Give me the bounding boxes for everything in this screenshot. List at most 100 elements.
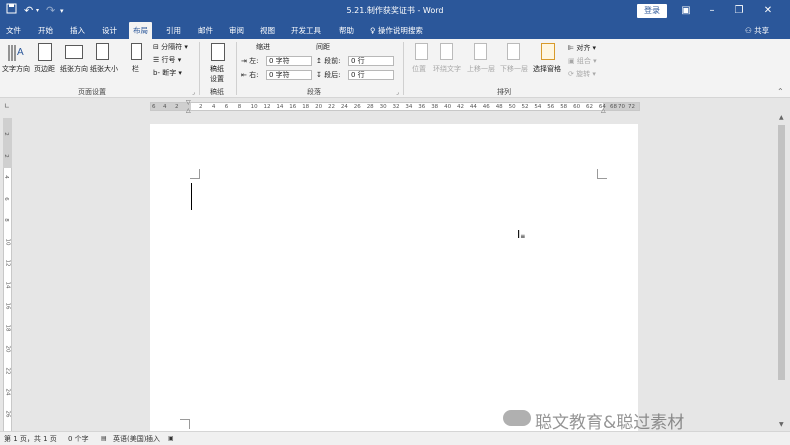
- text-cursor: [191, 183, 192, 210]
- group-separator: [403, 42, 404, 95]
- horizontal-ruler[interactable]: 6 4 2 2 4 6 8 10 12 14 16 18 20 22 24 26 28 30 32 34 36 38…: [150, 102, 640, 111]
- tab-design[interactable]: 设计: [102, 22, 117, 39]
- breaks-button[interactable]: ⊟ 分隔符 ▾: [153, 43, 188, 52]
- group-button[interactable]: ▣ 组合 ▾: [568, 57, 597, 66]
- ribbon-display-icon[interactable]: ▣: [676, 2, 696, 20]
- scroll-up-icon[interactable]: ▲: [779, 114, 784, 121]
- spacing-after-input[interactable]: 0 行: [348, 70, 394, 80]
- hyphenation-button[interactable]: b‑ 断字 ▾: [153, 69, 182, 78]
- align-button[interactable]: ⊫ 对齐 ▾: [568, 44, 596, 53]
- ruler-number: 42: [457, 104, 464, 110]
- rotate-icon: ⟳: [568, 70, 577, 78]
- watermark-text: 聪文教育&聪过素材: [535, 413, 685, 433]
- ruler-number: 40: [444, 104, 452, 110]
- size-button[interactable]: 纸张大小: [90, 65, 118, 74]
- breaks-label: 分隔符: [161, 43, 183, 51]
- ruler-number: 2: [199, 104, 203, 110]
- scrollbar-thumb[interactable]: [778, 125, 785, 380]
- line-numbers-label: 行号: [161, 56, 176, 64]
- crop-mark: [597, 169, 607, 179]
- language-status[interactable]: 英语(美国): [113, 434, 146, 444]
- hyphenation-icon: b‑: [153, 69, 163, 77]
- send-backward-button[interactable]: 下移一层: [500, 65, 528, 74]
- tab-developer[interactable]: 开发工具: [291, 22, 321, 39]
- tab-insert[interactable]: 插入: [70, 22, 85, 39]
- group-label: 组合: [576, 57, 591, 65]
- macro-record-icon[interactable]: ▣: [168, 434, 174, 444]
- margins-button[interactable]: 页边距: [34, 65, 55, 74]
- spacing-before-input[interactable]: 0 行: [348, 56, 394, 66]
- indent-right-label: ⇤ 右:: [241, 71, 258, 80]
- tab-file[interactable]: 文件: [6, 22, 21, 39]
- spacing-after-icon: ↧: [316, 71, 325, 79]
- tab-home[interactable]: 开始: [38, 22, 53, 39]
- ruler-number: 54: [534, 104, 542, 110]
- document-title: 5.21.制作获奖证书 - Word: [346, 6, 444, 15]
- ruler-number: 32: [392, 104, 400, 110]
- indent-left-label: ⇥ 左:: [241, 57, 258, 66]
- vertical-ruler-number: 8: [2, 218, 9, 222]
- scroll-down-icon[interactable]: ▼: [779, 421, 784, 428]
- ruler-number: 24: [340, 104, 348, 110]
- hanging-indent-marker[interactable]: △: [186, 107, 191, 114]
- restore-icon[interactable]: ❐: [729, 2, 749, 20]
- hyphenation-label: 断字: [162, 69, 177, 77]
- manuscript-line1[interactable]: 稿纸: [210, 65, 224, 74]
- tab-view[interactable]: 视图: [260, 22, 275, 39]
- bring-forward-button[interactable]: 上移一层: [467, 65, 495, 74]
- ruler-number: 56: [547, 104, 555, 110]
- first-line-indent-marker[interactable]: ▽: [186, 99, 191, 106]
- columns-button[interactable]: 栏: [132, 65, 139, 74]
- share-button[interactable]: ⚇ 共享: [745, 22, 769, 39]
- paragraph-group-label: 段落: [307, 88, 321, 96]
- tab-selector-icon[interactable]: ∟: [4, 102, 10, 110]
- ruler-number: 14: [276, 104, 284, 110]
- document-page[interactable]: [150, 124, 638, 445]
- paragraph-launcher-icon[interactable]: ⌟: [396, 89, 399, 96]
- indent-left-input[interactable]: 0 字符: [266, 56, 312, 66]
- ruler-number: 20: [315, 104, 323, 110]
- collapse-ribbon-icon[interactable]: ⌃: [777, 87, 784, 96]
- ribbon-layout: A 文字方向 页边距 纸张方向 纸张大小 栏 ⊟ 分隔符 ▾ ☰ 行号 ▾ b‑…: [0, 39, 790, 98]
- page-count[interactable]: 第 1 页，共 1 页: [4, 434, 57, 444]
- close-icon[interactable]: ✕: [758, 2, 778, 20]
- bring-forward-icon: [474, 43, 487, 60]
- right-indent-marker[interactable]: △: [601, 107, 606, 114]
- tell-me-search[interactable]: ♀ 操作说明搜索: [370, 22, 423, 39]
- text-direction-button[interactable]: 文字方向: [2, 65, 30, 74]
- ruler-number: 34: [405, 104, 413, 110]
- spacing-before-label: ↥ 段前:: [316, 57, 340, 66]
- watermark-logo: [503, 410, 531, 426]
- manuscript-line2[interactable]: 设置: [210, 75, 224, 84]
- selection-pane-button[interactable]: 选择窗格: [533, 65, 561, 74]
- word-count[interactable]: 0 个字: [68, 434, 89, 444]
- tab-references[interactable]: 引用: [166, 22, 181, 39]
- login-button[interactable]: 登录: [637, 4, 667, 18]
- tab-review[interactable]: 审阅: [229, 22, 244, 39]
- manuscript-icon: [211, 43, 225, 61]
- wrap-text-button[interactable]: 环绕文字: [433, 65, 461, 74]
- tab-mailings[interactable]: 邮件: [198, 22, 213, 39]
- indent-right-input[interactable]: 0 字符: [266, 70, 312, 80]
- minimize-icon[interactable]: –: [702, 2, 722, 20]
- spacing-before-value: 0 行: [351, 57, 365, 65]
- page-setup-group-label: 页面设置: [78, 88, 106, 96]
- vertical-ruler-number: 14: [4, 281, 11, 288]
- lightbulb-icon: ♀: [370, 26, 378, 35]
- orientation-button[interactable]: 纸张方向: [60, 65, 88, 74]
- proofing-icon[interactable]: ▤: [101, 434, 107, 444]
- indent-left-value: 0 字符: [269, 57, 290, 65]
- ruler-number: 6: [224, 104, 229, 110]
- line-numbers-button[interactable]: ☰ 行号 ▾: [153, 56, 181, 65]
- spacing-after-text: 段后:: [324, 71, 341, 79]
- tab-layout[interactable]: 布局: [129, 22, 152, 39]
- vertical-ruler-margin: [3, 118, 12, 168]
- insert-mode[interactable]: 插入: [146, 434, 160, 444]
- page-setup-launcher-icon[interactable]: ⌟: [192, 89, 195, 96]
- rotate-button[interactable]: ⟳ 旋转 ▾: [568, 70, 596, 79]
- ruler-number: 8: [237, 104, 242, 110]
- ruler-number: 52: [521, 104, 529, 110]
- indent-left-icon: ⇥: [241, 57, 250, 65]
- tab-help[interactable]: 帮助: [339, 22, 354, 39]
- position-button[interactable]: 位置: [412, 65, 426, 74]
